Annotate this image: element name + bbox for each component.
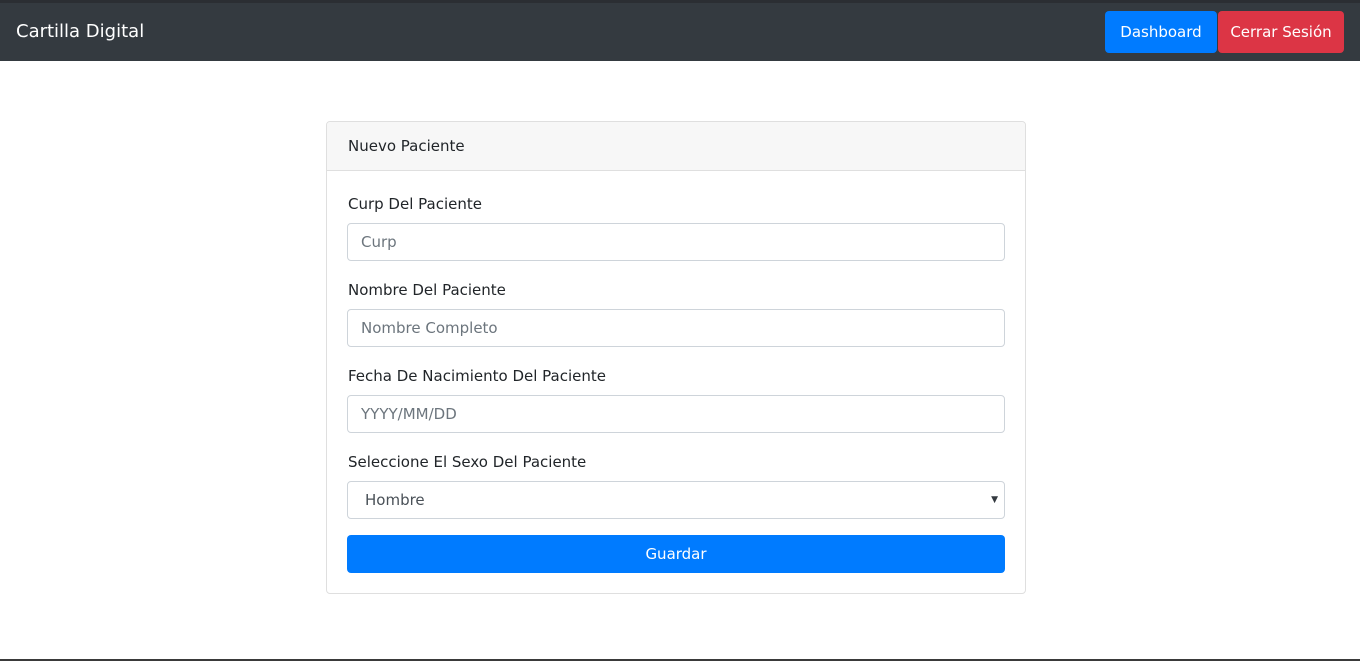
birthdate-input[interactable] (347, 395, 1005, 433)
sex-select[interactable]: Hombre ▼ (347, 481, 1005, 519)
dashboard-button[interactable]: Dashboard (1105, 11, 1217, 53)
sex-label: Seleccione El Sexo Del Paciente (348, 453, 587, 471)
new-patient-card: Nuevo Paciente Curp Del Paciente Nombre … (326, 121, 1026, 594)
card-title: Nuevo Paciente (348, 137, 465, 155)
navbar: Cartilla Digital Dashboard Cerrar Sesión (0, 3, 1360, 61)
birthdate-label: Fecha De Nacimiento Del Paciente (348, 367, 607, 385)
curp-input[interactable] (347, 223, 1005, 261)
sex-select-value: Hombre (365, 491, 425, 509)
save-button[interactable]: Guardar (347, 535, 1005, 573)
name-input[interactable] (347, 309, 1005, 347)
card-header: Nuevo Paciente (327, 122, 1025, 171)
name-label: Nombre Del Paciente (348, 281, 506, 299)
brand-title[interactable]: Cartilla Digital (16, 3, 144, 61)
chevron-down-icon: ▼ (991, 495, 998, 505)
curp-label: Curp Del Paciente (348, 195, 482, 213)
logout-button[interactable]: Cerrar Sesión (1218, 11, 1344, 53)
